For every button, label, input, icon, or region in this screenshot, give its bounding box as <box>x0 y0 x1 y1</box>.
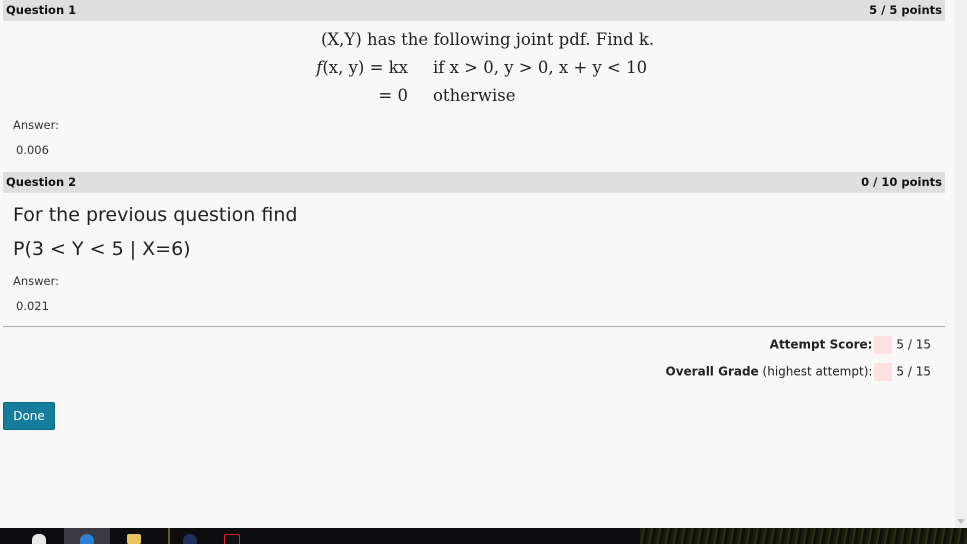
question-1-header: Question 1 5 / 5 points <box>3 0 945 21</box>
folder-icon <box>127 534 141 544</box>
taskbar-app[interactable] <box>168 528 210 544</box>
pdf-case-1-condition: if x > 0, y > 0, x + y < 10 <box>433 58 648 77</box>
quiz-results-page: Question 1 5 / 5 points (X,Y) has the fo… <box>0 0 955 528</box>
start-icon <box>32 534 46 544</box>
question-1-line: (X,Y) has the following joint pdf. Find … <box>321 30 655 49</box>
question-2-header: Question 2 0 / 10 points <box>3 172 945 193</box>
pdf-case-2-lhs: = 0 <box>378 86 408 105</box>
scroll-down-icon[interactable] <box>957 519 965 524</box>
overall-grade-value: 5 / 15 <box>896 364 931 379</box>
attempt-score-row: Attempt Score: 5 / 15 <box>770 336 931 354</box>
taskbar-browser[interactable] <box>64 528 110 544</box>
taskbar <box>0 528 967 544</box>
question-2-text-line-2: P(3 < Y < 5 | X=6) <box>13 238 191 260</box>
attempt-score-label: Attempt Score: <box>769 337 873 352</box>
done-button[interactable]: Done <box>3 402 55 430</box>
question-1-score: 5 / 5 points <box>869 3 942 17</box>
taskbar-pdf[interactable] <box>218 528 248 544</box>
question-2-answer-value: 0.021 <box>16 299 49 313</box>
scrollbar[interactable] <box>955 0 967 528</box>
start-button[interactable] <box>24 528 54 544</box>
divider <box>3 326 945 327</box>
question-2-text-line-1: For the previous question find <box>13 204 298 226</box>
pdf-func-args: (x, y) = kx <box>322 58 408 77</box>
overall-grade-row: Overall Grade (highest attempt): 5 / 15 <box>666 363 931 381</box>
app-icon <box>183 534 197 544</box>
question-2-title: Question 2 <box>6 175 77 189</box>
attempt-score-highlight <box>874 336 893 354</box>
browser-icon <box>80 534 94 544</box>
question-1-answer-label: Answer: <box>13 118 60 132</box>
overall-grade-label: Overall Grade <box>665 364 759 379</box>
overall-grade-suffix: (highest attempt): <box>762 364 873 379</box>
pdf-case-2-condition: otherwise <box>433 86 516 105</box>
pdf-case-1-lhs: f(x, y) = kx <box>290 58 408 77</box>
taskbar-folder[interactable] <box>116 528 156 544</box>
question-1-answer-value: 0.006 <box>16 143 49 157</box>
pdf-icon <box>224 534 240 544</box>
question-2-score: 0 / 10 points <box>861 175 942 189</box>
overall-grade-highlight <box>874 363 893 381</box>
taskbar-wallpaper-strip <box>640 528 967 544</box>
question-2-answer-label: Answer: <box>13 274 60 288</box>
attempt-score-value: 5 / 15 <box>896 337 931 352</box>
question-1-title: Question 1 <box>6 3 77 17</box>
